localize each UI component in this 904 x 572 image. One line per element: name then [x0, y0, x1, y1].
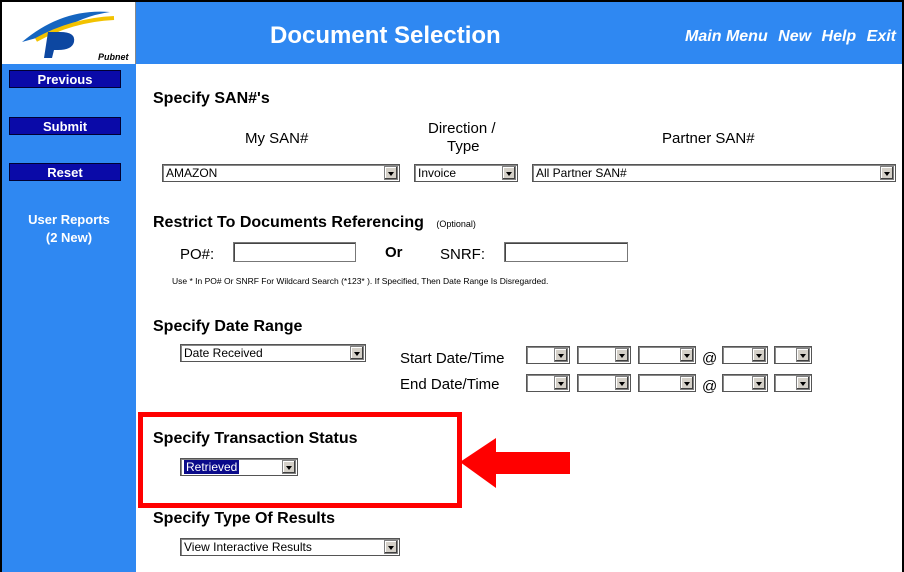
chevron-down-icon [752, 348, 766, 362]
chevron-down-icon [554, 376, 568, 390]
svg-text:Pubnet: Pubnet [98, 52, 130, 62]
chevron-down-icon [752, 376, 766, 390]
main-menu-link[interactable]: Main Menu [685, 28, 768, 45]
chevron-down-icon [384, 166, 398, 180]
date-range-heading: Specify Date Range [153, 318, 303, 335]
end-at-label: @ [702, 378, 718, 395]
chevron-down-icon [796, 376, 810, 390]
end-hour-select[interactable] [722, 374, 768, 392]
my-san-select[interactable]: AMAZON [162, 164, 400, 182]
end-minute-select[interactable] [774, 374, 812, 392]
my-san-value: AMAZON [166, 166, 218, 180]
chevron-down-icon [796, 348, 810, 362]
start-date-label: Start Date/Time [400, 350, 505, 367]
user-reports-label: User Reports [28, 212, 110, 227]
chevron-down-icon [680, 348, 694, 362]
snrf-input[interactable] [504, 242, 628, 262]
results-type-select[interactable]: View Interactive Results [180, 538, 400, 556]
results-type-value: View Interactive Results [184, 540, 312, 554]
direction-type-value: Invoice [418, 166, 457, 180]
start-day-select[interactable] [577, 346, 631, 364]
end-date-label: End Date/Time [400, 376, 500, 393]
reset-button[interactable]: Reset [9, 163, 121, 181]
end-day-select[interactable] [577, 374, 631, 392]
end-year-select[interactable] [638, 374, 696, 392]
callout-highlight-box [138, 412, 462, 508]
page-title: Document Selection [270, 22, 501, 49]
my-san-label: My SAN# [245, 130, 309, 147]
or-label: Or [385, 244, 403, 261]
start-at-label: @ [702, 350, 718, 367]
po-label: PO#: [180, 246, 215, 263]
po-number-input[interactable] [233, 242, 356, 262]
chevron-down-icon [880, 166, 894, 180]
date-type-value: Date Received [184, 346, 263, 360]
chevron-down-icon [554, 348, 568, 362]
exit-link[interactable]: Exit [867, 28, 896, 45]
user-reports-count: (2 New) [45, 230, 93, 245]
chevron-down-icon [350, 346, 364, 360]
partner-san-label: Partner SAN# [662, 130, 755, 147]
partner-san-select[interactable]: All Partner SAN# [532, 164, 896, 182]
start-month-select[interactable] [526, 346, 570, 364]
top-nav: Main Menu New Help Exit [679, 28, 896, 46]
optional-label: (Optional) [436, 219, 476, 229]
red-arrow-icon [460, 438, 570, 488]
chevron-down-icon [680, 376, 694, 390]
chevron-down-icon [615, 348, 629, 362]
direction-label-line1: Direction / [428, 120, 496, 137]
start-year-select[interactable] [638, 346, 696, 364]
previous-button[interactable]: Previous [9, 70, 121, 88]
san-heading: Specify SAN#'s [153, 90, 270, 107]
new-link[interactable]: New [778, 28, 811, 45]
pubnet-logo: Pubnet [2, 2, 136, 64]
direction-label-line2: Type [447, 138, 480, 155]
results-type-heading: Specify Type Of Results [153, 510, 335, 527]
chevron-down-icon [615, 376, 629, 390]
chevron-down-icon [384, 540, 398, 554]
start-minute-select[interactable] [774, 346, 812, 364]
partner-san-value: All Partner SAN# [536, 166, 627, 180]
start-hour-select[interactable] [722, 346, 768, 364]
restrict-heading-text: Restrict To Documents Referencing [153, 214, 424, 231]
end-month-select[interactable] [526, 374, 570, 392]
help-link[interactable]: Help [822, 28, 857, 45]
direction-type-select[interactable]: Invoice [414, 164, 518, 182]
date-type-select[interactable]: Date Received [180, 344, 366, 362]
submit-button[interactable]: Submit [9, 117, 121, 135]
restrict-heading: Restrict To Documents Referencing (Optio… [153, 214, 476, 232]
snrf-label: SNRF: [440, 246, 485, 263]
sidebar: Previous Submit Reset User Reports (2 Ne… [2, 64, 136, 572]
wildcard-note: Use * In PO# Or SNRF For Wildcard Search… [172, 276, 549, 286]
chevron-down-icon [502, 166, 516, 180]
user-reports-link[interactable]: User Reports (2 New) [2, 212, 136, 245]
